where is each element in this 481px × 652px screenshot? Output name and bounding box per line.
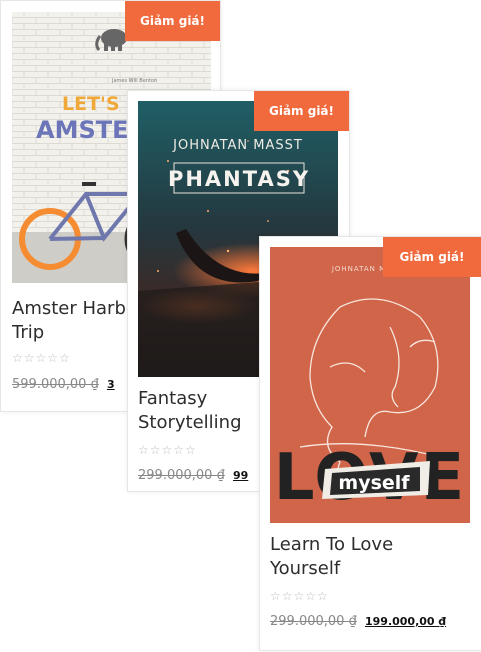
- star-rating: ☆☆☆☆☆: [270, 589, 329, 603]
- price: 299.000,00 ₫ 99: [138, 468, 248, 483]
- sale-price: 3: [106, 378, 115, 391]
- product-card-love[interactable]: JOHNATAN MASST LOVE myself Giảm giá! Lea…: [259, 236, 481, 651]
- product-title-line1: Amster Harbor: [12, 298, 145, 319]
- product-title-line1: Fantasy: [138, 388, 208, 409]
- product-title-love[interactable]: Learn To Love Yourself: [270, 533, 475, 581]
- product-title-line2: Yourself: [270, 558, 341, 579]
- product-title-line2: Storytelling: [138, 412, 242, 433]
- sale-price: 199.000,00 ₫: [364, 615, 447, 628]
- old-price: 599.000,00 ₫: [12, 377, 99, 392]
- svg-text:PHANTASY: PHANTASY: [168, 167, 310, 191]
- price: 599.000,00 ₫ 3: [12, 377, 115, 392]
- svg-text:JOHNATAN MASST: JOHNATAN MASST: [172, 138, 303, 153]
- product-title-line2: Trip: [12, 322, 45, 343]
- sale-price: 99: [232, 469, 249, 482]
- svg-text:myself: myself: [338, 472, 410, 494]
- old-price: 299.000,00 ₫: [270, 614, 357, 629]
- sale-badge: Giảm giá!: [125, 1, 220, 41]
- star-rating: ☆☆☆☆☆: [12, 351, 71, 365]
- svg-text:James Will Benton: James Will Benton: [111, 78, 157, 84]
- sale-badge: Giảm giá!: [383, 237, 481, 277]
- love-cover-illustration: JOHNATAN MASST LOVE myself: [270, 247, 470, 523]
- star-rating: ☆☆☆☆☆: [138, 443, 197, 457]
- sale-badge: Giảm giá!: [254, 91, 349, 131]
- product-image-love[interactable]: JOHNATAN MASST LOVE myself: [270, 247, 470, 523]
- old-price: 299.000,00 ₫: [138, 468, 225, 483]
- product-title-line1: Learn To Love: [270, 534, 394, 555]
- price: 299.000,00 ₫ 199.000,00 ₫: [270, 614, 446, 629]
